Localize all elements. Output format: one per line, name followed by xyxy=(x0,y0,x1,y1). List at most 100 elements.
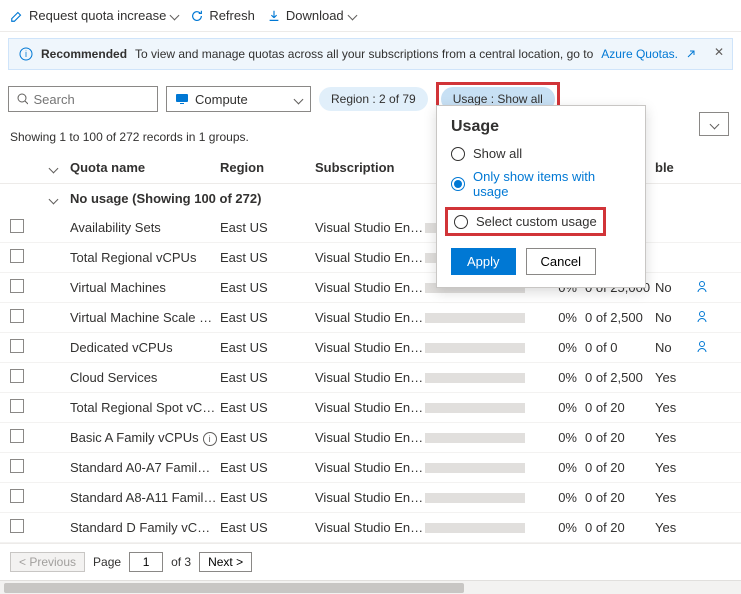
cell-region: East US xyxy=(220,220,315,235)
svg-text:i: i xyxy=(25,49,27,59)
cell-adjustable: No xyxy=(655,310,695,325)
table-row[interactable]: Standard A0-A7 Famil…iEast USVisual Stud… xyxy=(0,453,741,483)
cell-quota-name: Virtual Machine Scale Sets xyxy=(70,310,220,325)
row-checkbox[interactable] xyxy=(10,429,24,443)
info-icon[interactable]: i xyxy=(203,432,217,446)
cell-action[interactable] xyxy=(695,309,719,326)
cell-quota-name: Virtual Machines xyxy=(70,280,220,295)
cell-usage-bar xyxy=(425,403,545,413)
external-link-icon xyxy=(686,49,696,59)
banner-text: To view and manage quotas across all you… xyxy=(135,47,593,61)
cell-adjustable: No xyxy=(655,280,695,295)
cell-subscription: Visual Studio En… xyxy=(315,310,425,325)
cell-usage-bar xyxy=(425,373,545,383)
cell-quota-name: Basic A Family vCPUsi xyxy=(70,430,220,446)
col-subscription[interactable]: Subscription xyxy=(315,160,425,175)
cell-adjustable: Yes xyxy=(655,460,695,475)
col-region[interactable]: Region xyxy=(220,160,315,175)
row-checkbox[interactable] xyxy=(10,399,24,413)
row-checkbox[interactable] xyxy=(10,369,24,383)
chevron-down-icon xyxy=(709,119,719,129)
banner-close[interactable]: ✕ xyxy=(714,45,724,59)
table-row[interactable]: Cloud ServicesEast USVisual Studio En…0%… xyxy=(0,363,741,393)
cell-subscription: Visual Studio En… xyxy=(315,250,425,265)
cell-subscription: Visual Studio En… xyxy=(315,460,425,475)
cell-usage-bar xyxy=(425,313,545,323)
row-checkbox[interactable] xyxy=(10,249,24,263)
option-label[interactable]: Select custom usage xyxy=(476,214,597,229)
row-checkbox[interactable] xyxy=(10,279,24,293)
apply-button[interactable]: Apply xyxy=(451,248,516,275)
group-label: No usage (Showing 100 of 272) xyxy=(70,191,261,206)
chevron-down-icon[interactable] xyxy=(49,164,59,174)
table-row[interactable]: Basic A Family vCPUsiEast USVisual Studi… xyxy=(0,423,741,453)
cell-adjustable: Yes xyxy=(655,490,695,505)
cell-usage: 0 of 20 xyxy=(585,460,655,475)
table-row[interactable]: Virtual Machine Scale SetsEast USVisual … xyxy=(0,303,741,333)
cell-adjustable: Yes xyxy=(655,400,695,415)
cell-usage: 0 of 20 xyxy=(585,400,655,415)
info-icon: i xyxy=(19,47,33,61)
scrollbar-thumb[interactable] xyxy=(4,583,464,593)
recommendation-banner: i Recommended To view and manage quotas … xyxy=(8,38,733,70)
cell-subscription: Visual Studio En… xyxy=(315,280,425,295)
cancel-button[interactable]: Cancel xyxy=(526,248,596,275)
popup-title: Usage xyxy=(451,118,631,136)
label: Request quota increase xyxy=(29,8,166,23)
compute-icon xyxy=(175,93,189,105)
cell-region: East US xyxy=(220,370,315,385)
cell-percent: 0% xyxy=(545,340,585,355)
search-input[interactable] xyxy=(34,92,150,107)
cell-subscription: Visual Studio En… xyxy=(315,490,425,505)
page-input[interactable] xyxy=(129,552,163,572)
row-checkbox[interactable] xyxy=(10,219,24,233)
cell-region: East US xyxy=(220,310,315,325)
person-icon xyxy=(695,309,709,323)
cell-usage-bar xyxy=(425,463,545,473)
row-checkbox[interactable] xyxy=(10,309,24,323)
request-quota-button[interactable]: Request quota increase xyxy=(10,8,178,23)
table-row[interactable]: Total Regional Spot vCPUsEast USVisual S… xyxy=(0,393,741,423)
row-checkbox[interactable] xyxy=(10,459,24,473)
cell-subscription: Visual Studio En… xyxy=(315,340,425,355)
refresh-icon xyxy=(190,9,204,23)
cell-quota-name: Total Regional Spot vCPUs xyxy=(70,400,220,415)
table-row[interactable]: Dedicated vCPUsEast USVisual Studio En…0… xyxy=(0,333,741,363)
label: Download xyxy=(286,8,344,23)
col-quota-name[interactable]: Quota name xyxy=(70,160,220,175)
azure-quotas-link[interactable]: Azure Quotas. xyxy=(601,47,678,61)
provider-dropdown[interactable]: Compute xyxy=(166,86,311,112)
table-row[interactable]: Standard A8-A11 Family …iEast USVisual S… xyxy=(0,483,741,513)
row-checkbox[interactable] xyxy=(10,339,24,353)
search-input-wrapper[interactable] xyxy=(8,86,158,112)
label: Refresh xyxy=(209,8,255,23)
download-button[interactable]: Download xyxy=(267,8,356,23)
row-checkbox[interactable] xyxy=(10,519,24,533)
prev-page-button[interactable]: < Previous xyxy=(10,552,85,572)
cell-action[interactable] xyxy=(695,279,719,296)
chevron-down-icon xyxy=(347,11,357,21)
popup-buttons: Apply Cancel xyxy=(451,248,631,275)
cell-region: East US xyxy=(220,400,315,415)
row-checkbox[interactable] xyxy=(10,489,24,503)
region-filter-pill[interactable]: Region : 2 of 79 xyxy=(319,87,428,111)
option-label: Show all xyxy=(473,146,522,161)
cell-percent: 0% xyxy=(545,310,585,325)
column-options-button[interactable] xyxy=(699,112,729,136)
pager: < Previous Page of 3 Next > xyxy=(0,543,741,580)
cell-adjustable: No xyxy=(655,340,695,355)
cell-quota-name: Availability Sets xyxy=(70,220,220,235)
option-label: Only show items with usage xyxy=(473,169,631,199)
next-page-button[interactable]: Next > xyxy=(199,552,252,572)
horizontal-scrollbar[interactable] xyxy=(0,580,741,594)
table-row[interactable]: Standard D Family vC…iEast USVisual Stud… xyxy=(0,513,741,543)
cell-subscription: Visual Studio En… xyxy=(315,400,425,415)
col-adjustable[interactable]: ble xyxy=(655,160,695,175)
refresh-button[interactable]: Refresh xyxy=(190,8,255,23)
usage-option-with-usage[interactable]: Only show items with usage xyxy=(451,169,631,199)
cell-action[interactable] xyxy=(695,339,719,356)
usage-option-show-all[interactable]: Show all xyxy=(451,146,631,161)
cell-region: East US xyxy=(220,340,315,355)
usage-filter-popup: Usage Show all Only show items with usag… xyxy=(436,105,646,288)
cell-region: East US xyxy=(220,250,315,265)
